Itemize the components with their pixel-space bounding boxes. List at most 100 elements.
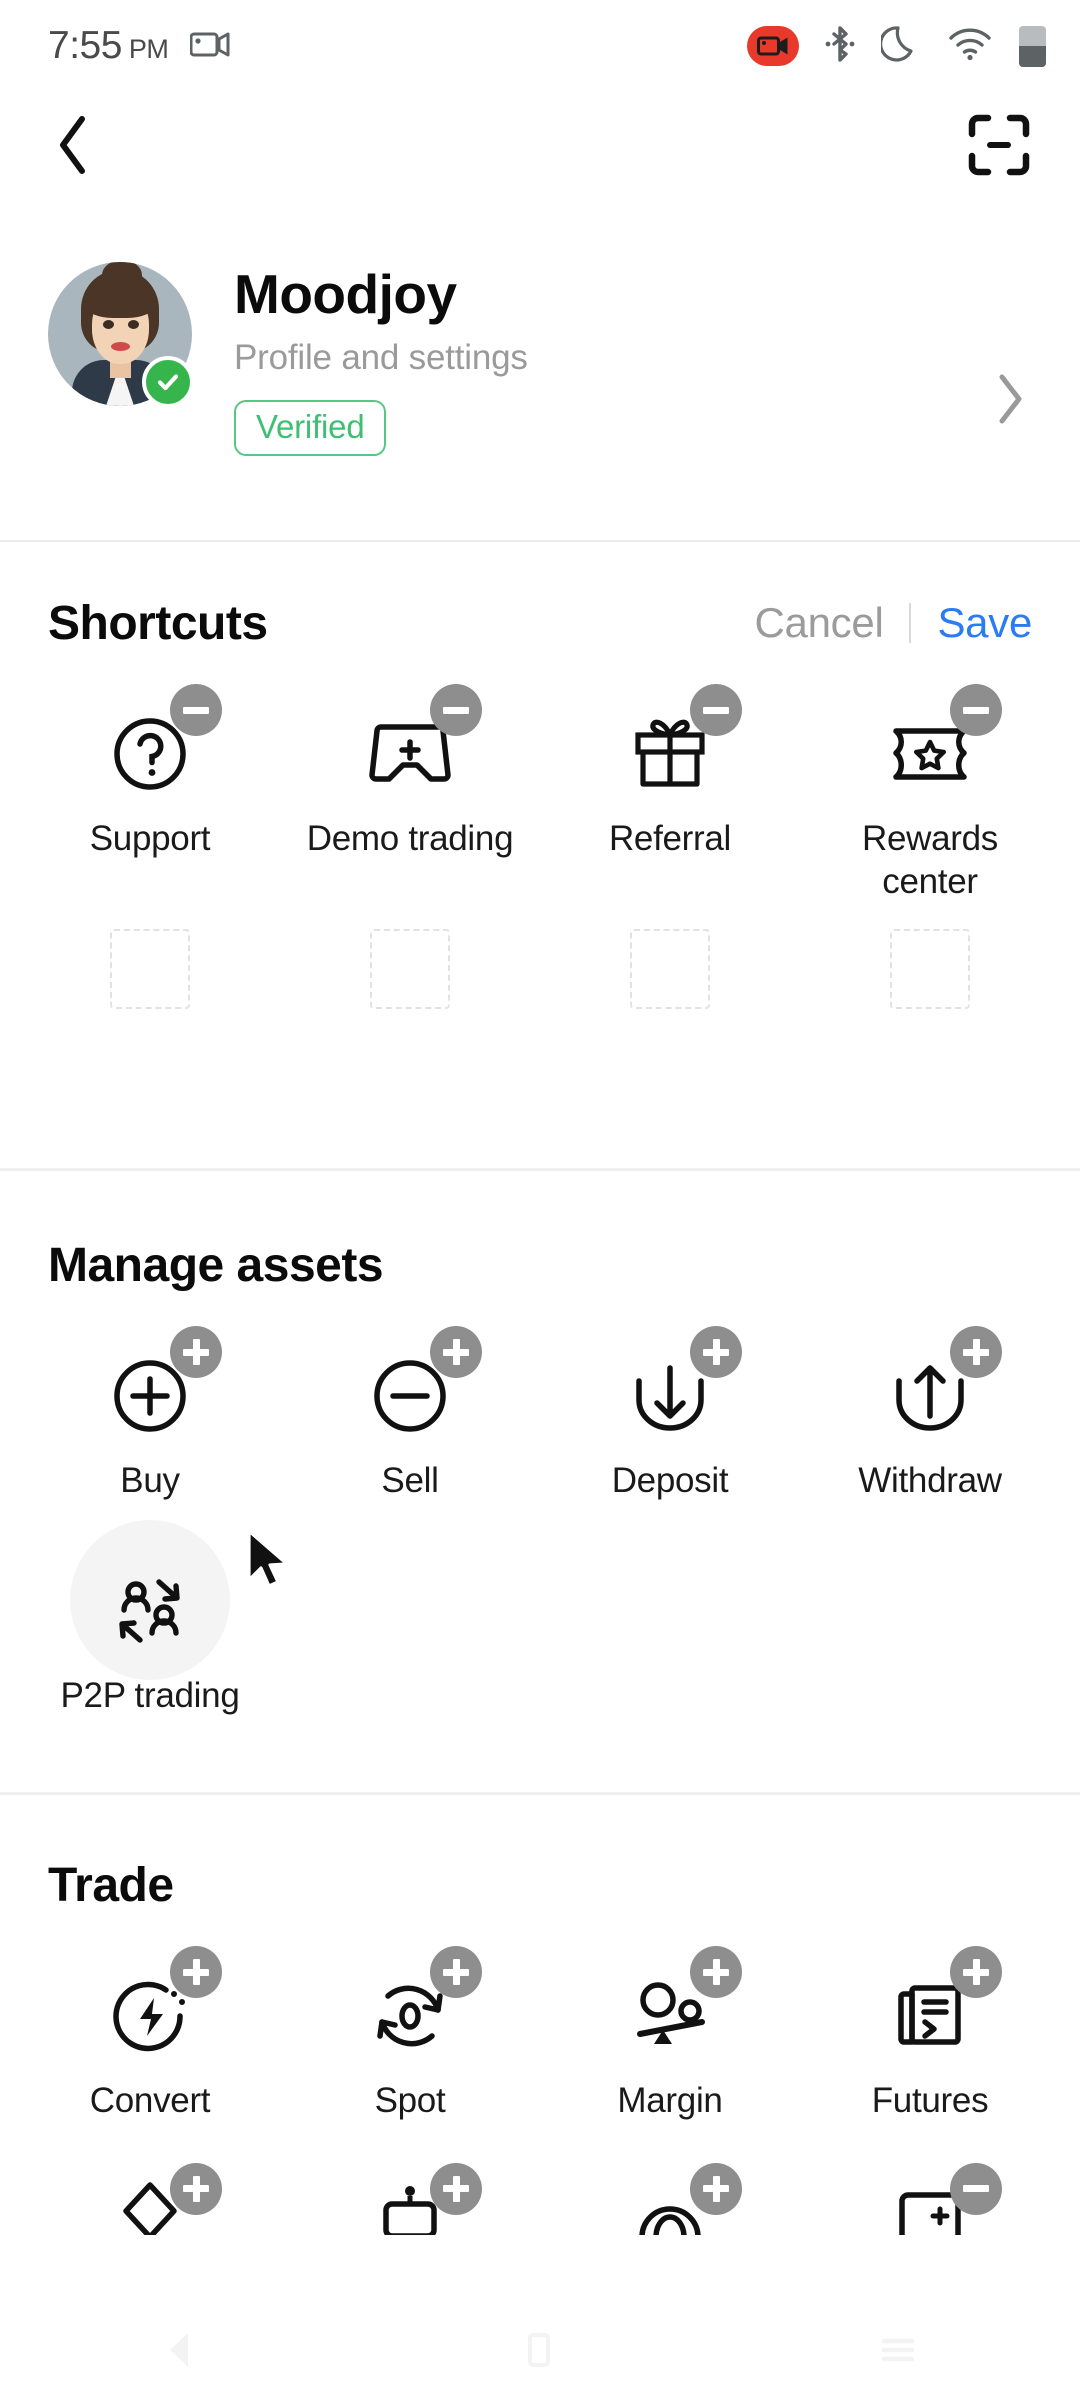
profile-text-block: Moodjoy Profile and settings Verified [192,262,992,456]
shortcut-item-referral[interactable]: Referral [540,684,800,903]
scan-button[interactable] [966,112,1032,183]
remove-badge[interactable] [170,684,222,736]
trade-item-spot[interactable]: Spot [280,1946,540,2123]
cancel-button[interactable]: Cancel [755,599,884,647]
profile-name: Moodjoy [234,263,457,325]
add-badge[interactable] [170,1946,222,1998]
section-shortcuts: Shortcuts Cancel Save Support Demo tradi… [0,588,1080,1010]
shortcut-item-support[interactable]: Support [20,684,280,903]
asset-label: Sell [381,1461,439,1500]
trade-item-convert[interactable]: Convert [20,1946,280,2123]
screen-record-icon [189,29,230,64]
manage-assets-grid: Buy Sell Deposit Withdraw [0,1326,1080,1503]
add-badge[interactable] [430,1326,482,1378]
top-navigation-bar [0,92,1080,202]
status-bar-clock: 7:55 PM [48,24,169,67]
add-badge[interactable] [170,2162,222,2215]
asset-label: P2P trading [60,1675,240,1715]
android-navigation-bar [0,2304,1080,2400]
remove-badge[interactable] [430,684,482,736]
empty-slot[interactable] [110,929,190,1010]
back-button[interactable] [52,113,94,182]
section-title: Trade [48,1858,174,1912]
screen-recording-badge-icon [747,26,799,66]
section-trade: Trade Convert Spot Margin Futures [0,1850,1080,2235]
section-title: Shortcuts [48,596,268,650]
save-button[interactable]: Save [937,599,1032,647]
asset-item-sell[interactable]: Sell [280,1326,540,1503]
nav-home-square-icon[interactable] [523,2329,555,2376]
asset-label: Buy [120,1461,180,1500]
section-title: Manage assets [48,1238,384,1292]
remove-badge[interactable] [950,684,1002,736]
empty-slot[interactable] [370,929,450,1010]
empty-slot[interactable] [630,929,710,1010]
profile-header[interactable]: Moodjoy Profile and settings Verified [0,240,1080,540]
add-badge[interactable] [690,2162,742,2215]
shortcut-label: Demo trading [306,819,514,858]
asset-item-withdraw[interactable]: Withdraw [800,1326,1060,1503]
chevron-left-icon [52,113,94,182]
app-screen: 7:55 PM Moodjoy Profile and settings Ver… [0,0,1080,2400]
shortcut-item-demo-trading[interactable]: Demo trading [280,684,540,903]
trade-item-futures[interactable]: Futures [800,1946,1060,2123]
p2p-people-icon [102,1563,198,1659]
shortcut-label: Referral [608,819,732,858]
status-bar-left: 7:55 PM [48,24,230,68]
manage-assets-grid-row2: P2P trading [0,1519,1080,1718]
profile-subtitle: Profile and settings [234,337,528,377]
trade-label: Margin [617,2081,723,2120]
trade-item-partial-1[interactable] [20,2162,280,2235]
add-badge[interactable] [170,1326,222,1378]
manage-assets-header: Manage assets [0,1230,1080,1300]
bluetooth-icon [825,23,855,70]
status-badge: Verified [234,399,387,456]
status-bar-right [747,23,1046,70]
add-badge[interactable] [950,1946,1002,1998]
shortcut-label: Support [89,819,211,858]
shortcut-item-rewards-center[interactable]: Rewards center [800,684,1060,903]
wifi-icon [947,26,993,67]
empty-slot[interactable] [890,929,970,1010]
asset-item-deposit[interactable]: Deposit [540,1326,800,1503]
trade-item-partial-4[interactable] [800,2162,1060,2235]
remove-badge[interactable] [690,684,742,736]
shortcuts-header: Shortcuts Cancel Save [0,588,1080,658]
asset-item-p2p-trading[interactable]: P2P trading [20,1519,280,1718]
battery-icon [1019,25,1046,67]
verified-check-badge [142,356,194,408]
shortcuts-grid: Support Demo trading Referral Rewards ce… [0,684,1080,903]
profile-chevron-button[interactable] [992,372,1032,431]
avatar[interactable] [48,262,194,408]
section-divider [0,1168,1080,1171]
add-badge[interactable] [430,2162,482,2215]
shortcut-empty-slots [0,929,1080,1010]
trade-item-margin[interactable]: Margin [540,1946,800,2123]
status-bar: 7:55 PM [0,0,1080,92]
section-divider [0,1792,1080,1795]
asset-label: Withdraw [858,1461,1002,1500]
trade-item-partial-3[interactable] [540,2162,800,2235]
add-badge[interactable] [690,1946,742,1998]
remove-badge[interactable] [950,2162,1002,2215]
trade-item-partial-2[interactable] [280,2162,540,2235]
shortcuts-actions: Cancel Save [755,599,1033,647]
nav-back-triangle-icon[interactable] [162,2329,200,2376]
nav-recents-icon[interactable] [878,2329,918,2376]
asset-label: Deposit [611,1461,729,1500]
trade-header: Trade [0,1850,1080,1920]
trade-label: Futures [871,2081,989,2120]
add-badge[interactable] [430,1946,482,1998]
shortcut-label: Rewards center [861,819,998,901]
action-separator [909,603,912,643]
chevron-right-icon [992,374,1028,430]
add-badge[interactable] [690,1326,742,1378]
section-divider [0,540,1080,542]
trade-grid: Convert Spot Margin Futures [0,1946,1080,2123]
section-manage-assets: Manage assets Buy Sell Deposit Withdraw … [0,1230,1080,1717]
qr-scan-icon [966,112,1032,183]
trade-grid-row2-partial [0,2162,1080,2235]
add-badge[interactable] [950,1326,1002,1378]
trade-label: Spot [374,2081,446,2120]
asset-item-buy[interactable]: Buy [20,1326,280,1503]
